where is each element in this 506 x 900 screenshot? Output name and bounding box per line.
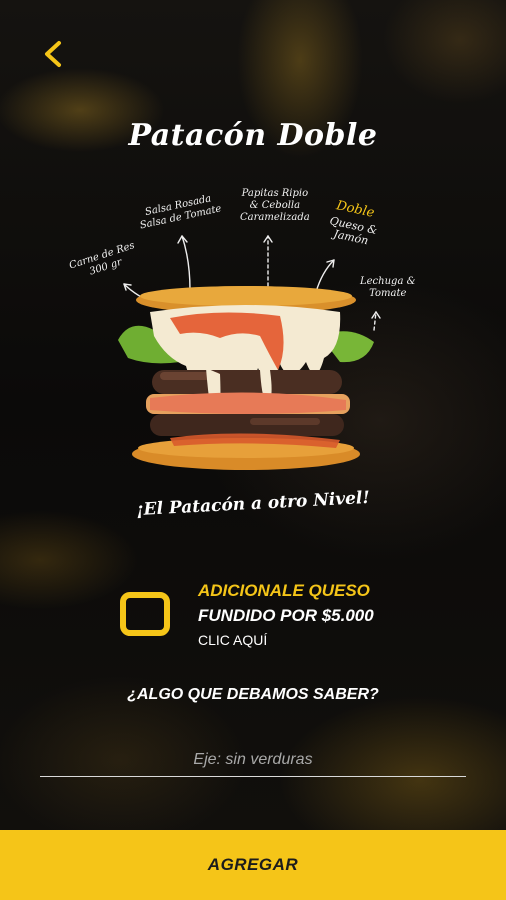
add-button[interactable]: AGREGAR <box>0 830 506 900</box>
burger-image <box>118 286 374 470</box>
extra-cheese-click-here[interactable]: CLIC AQUÍ <box>198 630 374 650</box>
extra-cheese-label-line1: ADICIONALE QUESO <box>198 581 370 600</box>
extra-cheese-checkbox[interactable] <box>120 592 170 636</box>
notes-question: ¿ALGO QUE DEBAMOS SABER? <box>127 686 379 703</box>
extra-cheese-label-line2: FUNDIDO POR $5.000 <box>198 606 374 625</box>
notes-input[interactable] <box>40 744 466 777</box>
extra-cheese-option[interactable]: ADICIONALE QUESO FUNDIDO POR $5.000 CLIC… <box>198 580 374 650</box>
